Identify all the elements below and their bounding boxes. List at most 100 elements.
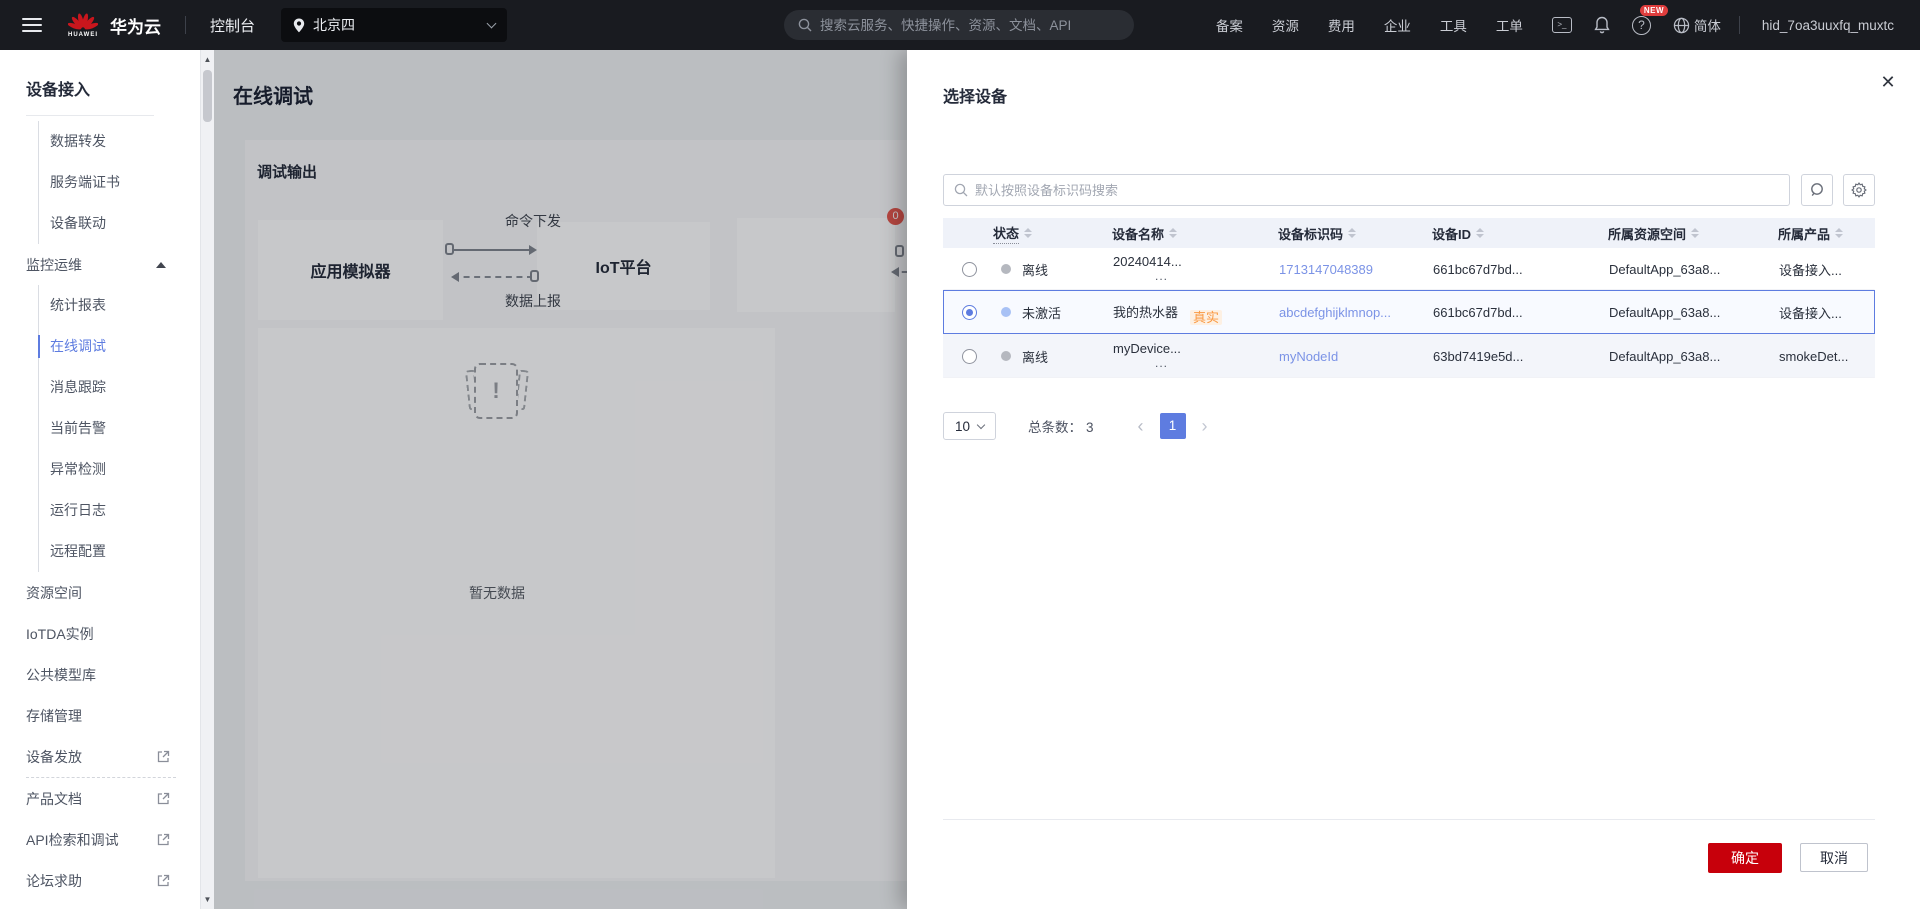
sidebar-item-model-library[interactable]: 公共模型库 [26,654,200,695]
device-name-overflow: ... [1155,356,1169,370]
product: 设备接入... [1779,305,1842,321]
device-id: 661bc67d7bd... [1433,304,1523,320]
current-page-button[interactable]: 1 [1159,413,1186,439]
nav-link-billing[interactable]: 费用 [1328,15,1355,35]
sidebar-item-data-forwarding[interactable]: 数据转发 [39,121,200,162]
hamburger-menu-icon[interactable] [22,18,42,32]
node-id-link[interactable]: abcdefghijklmnop... [1279,305,1391,320]
sort-icon[interactable] [1348,228,1357,238]
sidebar-scrollbar[interactable]: ▲ ▼ [200,50,214,909]
brand-title[interactable]: 华为云 [110,13,161,38]
device-name: 20240414... [1113,254,1182,269]
sidebar-item-device-linkage[interactable]: 设备联动 [39,203,200,244]
confirm-button[interactable]: 确定 [1708,843,1782,873]
prev-page-icon[interactable]: ‹ [1138,416,1144,437]
sidebar-item-server-cert[interactable]: 服务端证书 [39,162,200,203]
next-page-icon[interactable]: › [1202,416,1208,437]
console-link[interactable]: 控制台 [210,15,255,36]
sidebar-item-device-provisioning[interactable]: 设备发放 [26,736,200,777]
sidebar-item-resource-spaces[interactable]: 资源空间 [26,572,200,613]
sidebar-item-anomaly-detection[interactable]: 异常检测 [39,449,200,490]
sidebar-item-product-docs[interactable]: 产品文档 [26,778,200,819]
product: 设备接入... [1779,262,1842,278]
sidebar-item-message-trace[interactable]: 消息跟踪 [39,367,200,408]
column-header-device-id[interactable]: 设备ID [1432,224,1608,243]
sort-icon[interactable] [1835,228,1844,238]
sort-icon[interactable] [1024,228,1033,238]
sidebar-section-monitoring[interactable]: 监控运维 [26,244,200,285]
device-table: 状态 设备名称 设备标识码 设备ID 所属资源空间 所属产品 离线 202404… [943,218,1875,378]
radio-button[interactable] [961,348,977,364]
global-search-input[interactable] [820,17,1120,33]
global-search[interactable] [784,10,1134,40]
sidebar-item-current-alarms[interactable]: 当前告警 [39,408,200,449]
cancel-button[interactable]: 取消 [1800,843,1868,872]
account-username[interactable]: hid_7oa3uuxfq_muxtc [1762,18,1894,33]
column-header-node-id[interactable]: 设备标识码 [1278,224,1432,243]
radio-button[interactable] [961,261,977,277]
sidebar-group-1: 数据转发 服务端证书 设备联动 [38,121,200,244]
device-search-box[interactable] [943,174,1790,206]
sort-icon[interactable] [1691,228,1700,238]
nav-link-beian[interactable]: 备案 [1216,15,1243,35]
table-row[interactable]: 离线 myDevice...... myNodeId 63bd7419e5d..… [943,334,1875,378]
pagination: 10 总条数： 3 ‹ 1 › [943,412,1208,440]
scroll-down-icon[interactable]: ▼ [201,895,214,904]
nav-link-resources[interactable]: 资源 [1272,15,1299,35]
search-icon [798,18,812,32]
table-row[interactable]: 离线 20240414...... 1713147048389 661bc67d… [943,248,1875,290]
navbar-divider [1738,16,1740,34]
device-search-row [943,174,1875,206]
node-id-link[interactable]: myNodeId [1279,349,1338,364]
close-icon[interactable]: ✕ [1876,70,1900,94]
resource-space: DefaultApp_63a8... [1609,261,1721,277]
sort-icon[interactable] [1476,228,1485,238]
cli-terminal-icon[interactable]: >_ [1551,17,1572,33]
sidebar-item-storage[interactable]: 存储管理 [26,695,200,736]
scroll-up-icon[interactable]: ▲ [201,55,214,64]
status-dot [1001,307,1011,317]
language-switcher[interactable]: 简体 [1673,15,1721,35]
device-search-input[interactable] [975,182,1755,198]
sidebar-item-iotda-instances[interactable]: IoTDA实例 [26,613,200,654]
sidebar-item-statistics[interactable]: 统计报表 [39,285,200,326]
nav-link-enterprise[interactable]: 企业 [1384,15,1411,35]
sidebar-item-run-logs[interactable]: 运行日志 [39,490,200,531]
device-name-overflow: ... [1155,269,1169,283]
help-icon[interactable]: ? NEW [1631,4,1669,35]
column-header-product[interactable]: 所属产品 [1778,224,1875,243]
table-row-selected[interactable]: 未激活 我的热水器 真实 abcdefghijklmnop... 661bc67d… [943,290,1875,334]
sort-icon[interactable] [1169,228,1178,238]
notification-bell-icon[interactable] [1594,16,1610,34]
select-device-modal: 选择设备 ✕ 状态 设备名称 设备标识码 [907,50,1920,909]
status-text: 离线 [1022,349,1049,365]
sidebar-item-forum-help[interactable]: 论坛求助 [26,860,200,901]
table-header-row: 状态 设备名称 设备标识码 设备ID 所属资源空间 所属产品 [943,218,1875,248]
sidebar-group-2: 统计报表 在线调试 消息跟踪 当前告警 异常检测 运行日志 远程配置 [37,285,200,572]
scrollbar-thumb[interactable] [203,70,212,122]
column-header-resource-space[interactable]: 所属资源空间 [1608,224,1778,243]
search-refresh-button[interactable] [1801,174,1833,206]
nav-link-tools[interactable]: 工具 [1440,15,1467,35]
sidebar: 设备接入 数据转发 服务端证书 设备联动 监控运维 统计报表 在线调试 消息跟踪… [0,50,214,909]
page-size-select[interactable]: 10 [943,412,996,440]
sidebar-item-online-debug[interactable]: 在线调试 [37,326,200,367]
sidebar-divider [26,115,154,116]
node-id-link[interactable]: 1713147048389 [1279,262,1373,277]
table-settings-button[interactable] [1843,174,1875,206]
huawei-flower-icon [68,12,98,29]
top-navbar: HUAWEI 华为云 控制台 北京四 备案 资源 费用 企业 工具 工单 >_ … [0,0,1920,50]
nav-link-tickets[interactable]: 工单 [1496,15,1523,35]
navbar-right-group: 备案 资源 费用 企业 工具 工单 >_ ? NEW 简体 hid_7oa3uu… [1216,0,1920,50]
chevron-down-icon [486,18,497,29]
region-selector[interactable]: 北京四 [281,8,508,42]
sidebar-item-remote-config[interactable]: 远程配置 [39,531,200,572]
column-header-device-name[interactable]: 设备名称 [1112,224,1278,243]
new-badge: NEW [1639,4,1669,16]
sidebar-item-api-explorer[interactable]: API检索和调试 [26,819,200,860]
radio-button-checked[interactable] [961,304,977,320]
column-header-status[interactable]: 状态 [993,223,1112,244]
collapse-caret-icon [156,261,166,268]
total-count: 总条数： 3 [1028,420,1094,435]
device-id: 661bc67d7bd... [1433,261,1523,277]
